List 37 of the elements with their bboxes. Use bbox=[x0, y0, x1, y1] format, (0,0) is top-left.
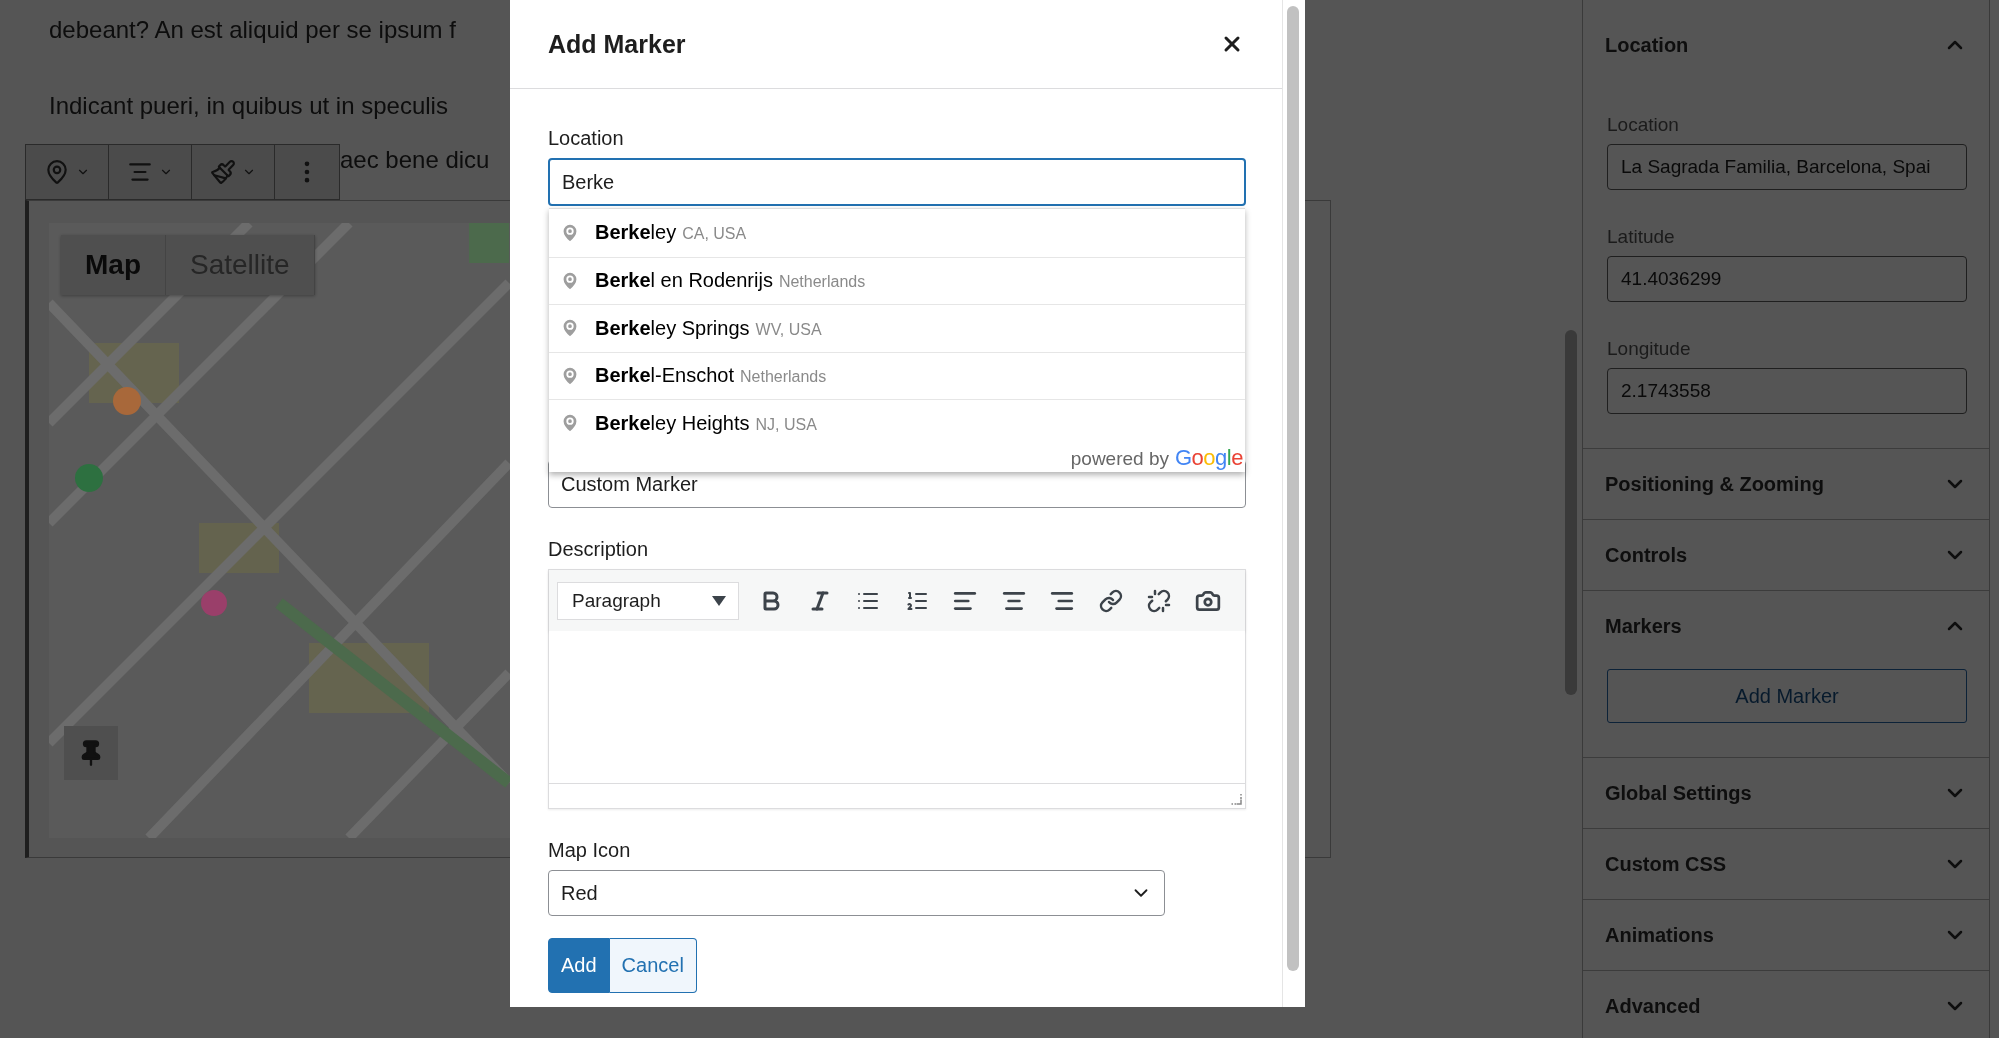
scrollbar-thumb[interactable] bbox=[1565, 330, 1577, 695]
body-text: Indicant pueri, in quibus ut in speculis bbox=[49, 91, 448, 121]
field-label: Location bbox=[548, 127, 625, 150]
section-header[interactable]: Animations bbox=[1583, 900, 1989, 970]
field-label: Latitude bbox=[1607, 226, 1676, 248]
field-label: Location bbox=[1607, 114, 1680, 136]
body-text: debeant? An est aliquid per se ipsum f bbox=[49, 15, 456, 45]
text-input[interactable]: La Sagrada Familia, Barcelona, Spai bbox=[1607, 144, 1967, 190]
suggestion-item[interactable]: Berkeley Springs WV, USA bbox=[549, 304, 1245, 352]
section-header[interactable]: Global Settings bbox=[1583, 758, 1989, 828]
add-marker-button[interactable]: Add Marker bbox=[1607, 669, 1967, 723]
map-type-tab[interactable]: Map bbox=[61, 235, 166, 295]
section-header[interactable]: Location bbox=[1583, 10, 1989, 80]
section-header[interactable]: Positioning & Zooming bbox=[1583, 449, 1989, 519]
location-input[interactable]: Berke bbox=[548, 158, 1246, 206]
map-icon-select[interactable]: Red bbox=[548, 870, 1165, 916]
body-text: aec bene dicu bbox=[340, 145, 490, 175]
add-button[interactable]: Add bbox=[548, 938, 610, 993]
field-label: Map Icon bbox=[548, 839, 632, 862]
section-header[interactable]: Markers bbox=[1583, 591, 1989, 661]
section-header[interactable]: Advanced bbox=[1583, 971, 1989, 1038]
suggestion-item[interactable]: Berkel en Rodenrijs Netherlands bbox=[549, 256, 1245, 304]
cancel-button[interactable]: Cancel bbox=[609, 938, 697, 993]
field-label: Description bbox=[548, 538, 650, 561]
text-input[interactable]: 41.4036299 bbox=[1607, 256, 1967, 302]
text-input[interactable]: 2.1743558 bbox=[1607, 368, 1967, 414]
section-header[interactable]: Controls bbox=[1583, 520, 1989, 590]
section-header[interactable]: Custom CSS bbox=[1583, 829, 1989, 899]
scrollbar-thumb[interactable] bbox=[1287, 6, 1299, 971]
caret-icon bbox=[712, 595, 726, 606]
field-label: Longitude bbox=[1607, 338, 1692, 360]
dialog-title: Add Marker bbox=[548, 29, 686, 59]
suggestion-item[interactable]: Berkeley CA, USA bbox=[549, 209, 1245, 257]
format-select[interactable]: Paragraph bbox=[557, 581, 739, 620]
suggestion-item[interactable]: Berkel-Enschot Netherlands bbox=[549, 351, 1245, 399]
suggestion-item[interactable]: Berkeley Heights NJ, USA bbox=[549, 399, 1245, 447]
resize-grip-icon[interactable] bbox=[1230, 793, 1242, 805]
